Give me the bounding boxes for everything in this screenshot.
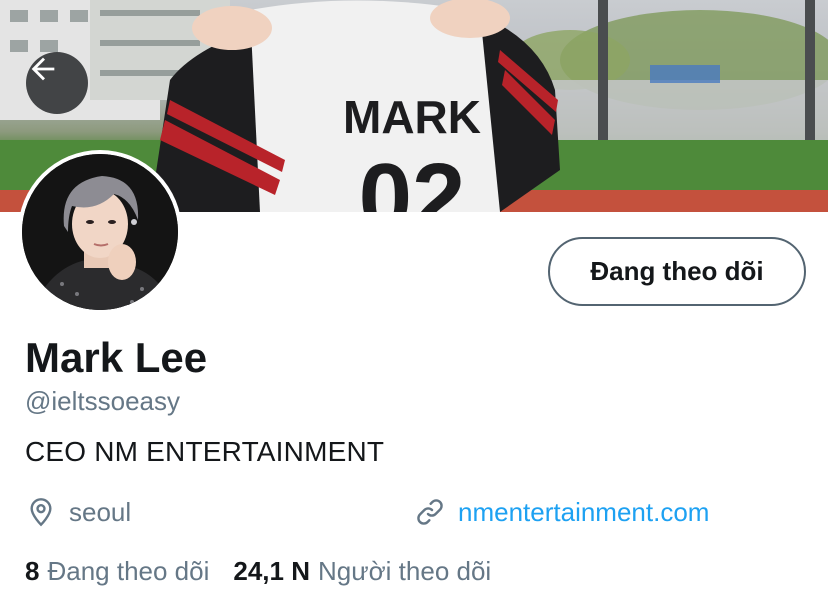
bio-text: CEO NM ENTERTAINMENT [25, 436, 385, 467]
followers-count: 24,1 N [233, 556, 310, 586]
following-stat[interactable]: 8 Đang theo dõi [25, 556, 209, 587]
followers-label: Người theo dõi [317, 556, 492, 586]
back-button[interactable] [26, 52, 88, 114]
location: seoul [25, 496, 131, 528]
website-link[interactable]: nmentertainment.com [458, 497, 709, 528]
following-count: 8 [25, 556, 40, 586]
avatar[interactable] [18, 150, 182, 314]
location-text: seoul [69, 496, 132, 527]
location-pin-icon [25, 496, 57, 528]
link-icon [414, 496, 446, 528]
arrow-left-icon [31, 57, 55, 81]
following-button[interactable]: Đang theo dõi [548, 237, 806, 306]
avatar-image [22, 154, 178, 310]
jersey-name-text: MARK [343, 91, 481, 143]
follow-counts: 8 Đang theo dõi 24,1 N Người theo dõi [25, 556, 491, 587]
following-label: Đang theo dõi [47, 556, 210, 586]
jersey-number-text: 02 [359, 144, 466, 212]
display-name: Mark Lee [25, 334, 208, 381]
website[interactable]: nmentertainment.com [414, 496, 709, 528]
followers-stat[interactable]: 24,1 N Người theo dõi [233, 556, 491, 587]
user-handle: @ieltssoeasy [25, 386, 181, 416]
